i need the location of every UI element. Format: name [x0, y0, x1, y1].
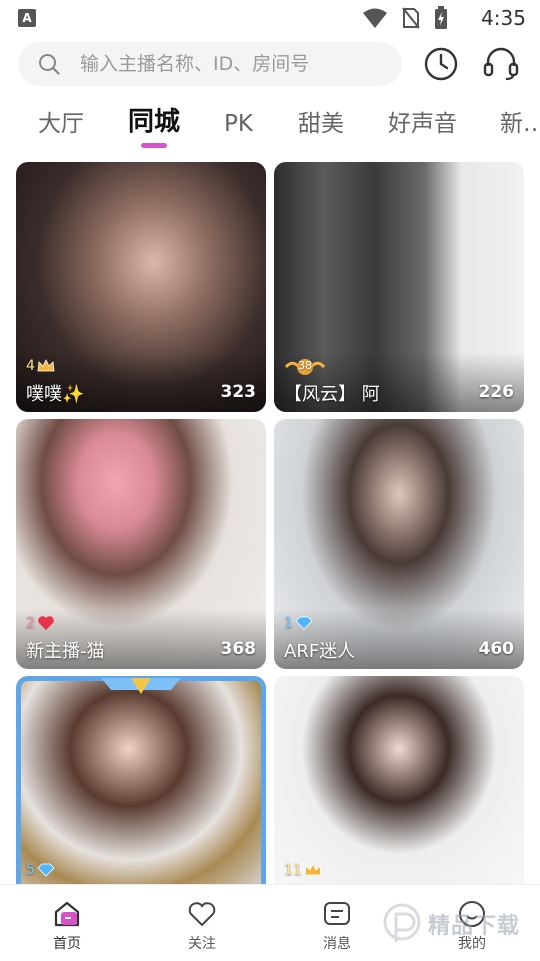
- diamond-icon: [295, 616, 313, 630]
- history-clock-icon[interactable]: [423, 46, 459, 82]
- anchor-card[interactable]: 1 ARF迷人 460: [274, 419, 524, 669]
- nav-home-label: 首页: [53, 936, 81, 952]
- watermark-logo-icon: [383, 903, 421, 942]
- viewer-count: 226: [478, 382, 515, 402]
- anchor-name: 【风云】 阿: [284, 384, 380, 405]
- active-tab-indicator: [141, 143, 167, 148]
- site-watermark: 精品下载: [376, 896, 526, 954]
- anchor-name: 新主播-猫: [26, 641, 105, 662]
- tab-same-city[interactable]: 同城: [128, 106, 180, 138]
- crown-icon: [304, 863, 322, 876]
- anchor-card[interactable]: 5: [16, 676, 266, 884]
- level-badge: 1: [284, 615, 313, 631]
- level-badge: 2: [26, 615, 55, 631]
- nav-messages[interactable]: 消息: [287, 885, 387, 961]
- category-tabs: 大厅 同城 PK 甜美 好声音 新…: [0, 98, 540, 152]
- heart-icon: [38, 616, 54, 630]
- viewer-count: 323: [220, 382, 257, 402]
- viewer-count: 368: [220, 639, 257, 659]
- crown-icon: [37, 359, 55, 372]
- search-placeholder: 输入主播名称、ID、房间号: [80, 53, 310, 75]
- tab-hall[interactable]: 大厅: [38, 108, 84, 140]
- level-badge: 11: [284, 862, 322, 878]
- search-icon: [39, 54, 60, 75]
- level-badge: 5: [26, 862, 55, 878]
- customer-service-headset-icon[interactable]: [482, 46, 520, 82]
- nav-messages-label: 消息: [323, 936, 351, 952]
- nav-follow[interactable]: 关注: [152, 885, 252, 961]
- battery-icon: [435, 6, 447, 29]
- app-notification-icon: A: [18, 9, 36, 27]
- message-icon: [324, 902, 350, 925]
- viewer-count: 460: [478, 639, 515, 659]
- anchor-name: 噗噗✨: [26, 384, 85, 405]
- anchor-card[interactable]: 4 噗噗✨ 323: [16, 162, 266, 412]
- tab-sweet[interactable]: 甜美: [298, 108, 344, 140]
- search-row: 输入主播名称、ID、房间号: [0, 40, 540, 90]
- wifi-icon: [363, 8, 387, 28]
- anchor-card[interactable]: 2 新主播-猫 368: [16, 419, 266, 669]
- home-icon: [54, 901, 80, 927]
- level-badge: 4: [26, 358, 55, 374]
- card-frame-border: [16, 676, 266, 884]
- frame-ornament-icon: [101, 678, 181, 694]
- watermark-text: 精品下载: [428, 914, 521, 939]
- status-bar: A 4:35: [0, 0, 540, 36]
- anchor-card[interactable]: 38 【风云】 阿 226: [274, 162, 524, 412]
- tab-pk[interactable]: PK: [224, 108, 253, 140]
- diamond-icon: [37, 863, 55, 877]
- search-input[interactable]: 输入主播名称、ID、房间号: [18, 42, 402, 86]
- heart-outline-icon: [188, 902, 216, 927]
- clock-time: 4:35: [481, 6, 526, 30]
- anchor-photo: [274, 676, 524, 884]
- anchor-card[interactable]: 11: [274, 676, 524, 884]
- nav-home[interactable]: 首页: [17, 885, 117, 961]
- anchor-name: ARF迷人: [284, 641, 356, 662]
- nav-follow-label: 关注: [188, 936, 216, 952]
- tab-new[interactable]: 新…: [500, 108, 540, 140]
- tab-good-voice[interactable]: 好声音: [388, 108, 457, 140]
- no-sim-icon: [402, 7, 420, 29]
- level-badge: 38: [284, 358, 326, 376]
- status-icons: [362, 6, 448, 30]
